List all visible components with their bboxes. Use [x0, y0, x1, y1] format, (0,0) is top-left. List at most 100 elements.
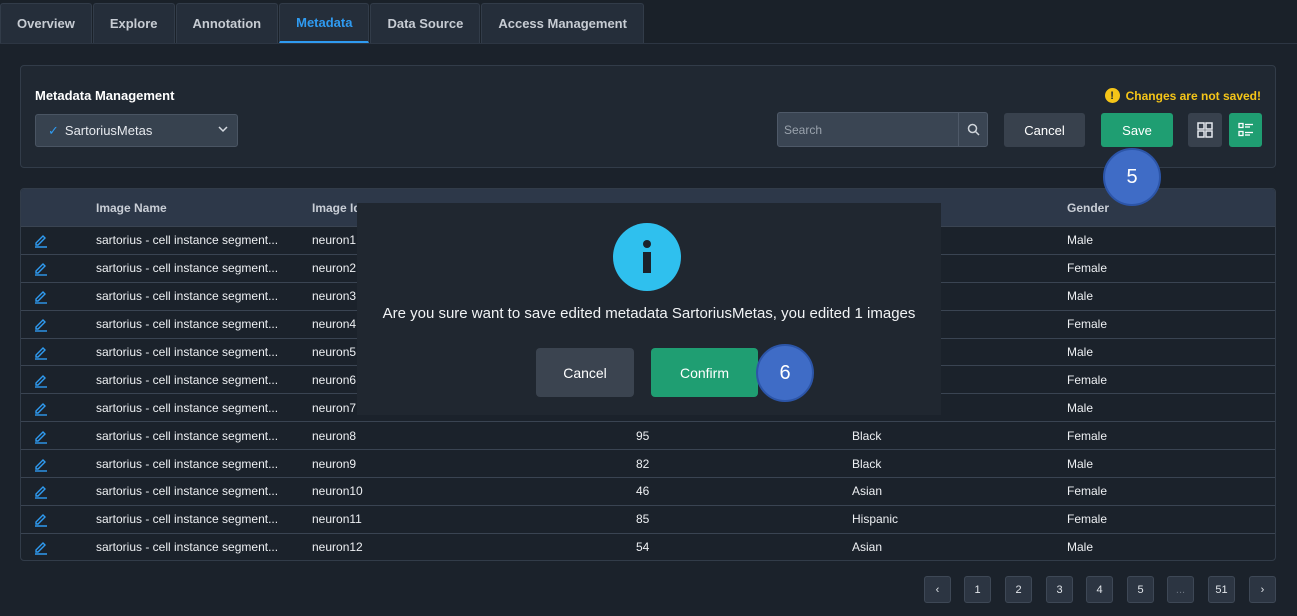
table-row: sartorius - cell instance segment... neur…	[21, 504, 1275, 533]
cell-image-name: sartorius - cell instance segment...	[96, 261, 279, 276]
row-edit-button[interactable]	[21, 400, 86, 416]
chevron-down-icon	[218, 126, 228, 133]
search-icon	[967, 123, 980, 136]
pagination-page-3[interactable]: 3	[1046, 576, 1073, 603]
row-edit-button[interactable]	[21, 372, 86, 388]
cell-gender: Female	[1067, 261, 1108, 276]
search-button[interactable]	[958, 113, 987, 146]
list-view-button[interactable]	[1229, 113, 1262, 147]
pagination-next-button[interactable]: ›	[1249, 576, 1276, 603]
cell-image-name: sartorius - cell instance segment...	[96, 372, 279, 387]
row-edit-button[interactable]	[21, 428, 86, 444]
step-badge-6: 6	[756, 344, 814, 402]
search-input[interactable]	[778, 113, 959, 146]
cell-ethnicity: Black	[852, 456, 882, 471]
cell-gender: Male	[1067, 289, 1094, 304]
cell-image-name: sartorius - cell instance segment...	[96, 512, 279, 527]
cell-image-name: sartorius - cell instance segment...	[96, 317, 279, 332]
cell-image-id: neuron10	[312, 484, 363, 499]
cell-ethnicity: Hispanic	[852, 512, 899, 527]
row-edit-button[interactable]	[21, 288, 86, 304]
dataset-select-value: SartoriusMetas	[64, 123, 153, 138]
cell-image-name: sartorius - cell instance segment...	[96, 400, 279, 415]
edit-icon	[35, 402, 47, 416]
unsaved-changes-warning: ! Changes are not saved!	[1104, 88, 1261, 103]
tab-overview[interactable]: Overview	[0, 3, 92, 43]
dialog-confirm-button[interactable]: Confirm	[651, 348, 758, 397]
pagination-page-2[interactable]: 2	[1005, 576, 1032, 603]
edit-icon	[35, 486, 47, 500]
cell-age: 82	[636, 456, 650, 471]
tab-bar: Overview Explore Annotation Metadata Dat…	[0, 3, 645, 44]
cell-image-name: sartorius - cell instance segment...	[96, 345, 279, 359]
step-badge-5: 5	[1103, 148, 1161, 206]
edit-icon	[35, 458, 47, 472]
cell-image-id: neuron12	[312, 540, 363, 555]
edit-icon	[35, 514, 47, 528]
row-edit-button[interactable]	[21, 511, 86, 528]
table-row: sartorius - cell instance segment... neur…	[21, 477, 1275, 505]
table-row: sartorius - cell instance segment... neur…	[21, 421, 1275, 449]
confirm-save-dialog: Are you sure want to save edited metadat…	[357, 203, 941, 415]
grid-view-icon	[1197, 122, 1213, 138]
cell-age: 85	[636, 512, 650, 527]
cell-image-name: sartorius - cell instance segment...	[96, 484, 279, 499]
cell-image-name: sartorius - cell instance segment...	[96, 456, 279, 471]
row-edit-button[interactable]	[21, 539, 86, 555]
dialog-message: Are you sure want to save edited metadat…	[382, 305, 916, 322]
table-row: sartorius - cell instance segment... neur…	[21, 449, 1275, 477]
tab-explore[interactable]: Explore	[92, 3, 175, 43]
cell-image-name: sartorius - cell instance segment...	[96, 428, 279, 443]
row-edit-button[interactable]	[21, 483, 86, 500]
pagination-page-5[interactable]: 5	[1127, 576, 1154, 603]
column-header-image-name[interactable]: Image Name	[86, 201, 302, 215]
edit-icon	[35, 542, 47, 555]
row-edit-button[interactable]	[21, 456, 86, 472]
tab-annotation[interactable]: Annotation	[175, 3, 279, 43]
cancel-button[interactable]: Cancel	[1004, 113, 1085, 147]
cell-image-id: neuron9	[312, 456, 357, 471]
tab-access-management[interactable]: Access Management	[481, 3, 644, 43]
search-box	[777, 112, 988, 147]
row-edit-button[interactable]	[21, 232, 86, 249]
cell-ethnicity: Asian	[852, 540, 883, 555]
cell-gender: Female	[1067, 484, 1108, 499]
edit-icon	[35, 319, 47, 332]
unsaved-warning-text: Changes are not saved!	[1125, 88, 1261, 103]
dataset-select[interactable]: ✓ SartoriusMetas	[35, 114, 238, 147]
tab-metadata[interactable]: Metadata	[279, 3, 370, 43]
edit-icon	[35, 235, 47, 249]
pagination-page-4[interactable]: 4	[1086, 576, 1113, 603]
cell-image-name: sartorius - cell instance segment...	[96, 233, 279, 248]
cell-image-id: neuron8	[312, 428, 357, 443]
cell-image-name: sartorius - cell instance segment...	[96, 289, 279, 304]
grid-view-button[interactable]	[1188, 113, 1222, 147]
pagination-ellipsis: ...	[1167, 576, 1194, 603]
column-header-gender[interactable]: Gender	[1059, 201, 1275, 215]
row-edit-button[interactable]	[21, 344, 86, 360]
pagination-page-51[interactable]: 51	[1208, 576, 1235, 603]
cell-image-id: neuron11	[312, 512, 362, 527]
row-edit-button[interactable]	[21, 260, 86, 277]
metadata-management-panel: Metadata Management ✓ SartoriusMetas ! C…	[20, 65, 1276, 168]
info-icon	[613, 223, 681, 291]
edit-icon	[35, 291, 47, 304]
cell-age: 46	[636, 484, 650, 499]
edit-icon	[35, 347, 47, 360]
pagination-page-1[interactable]: 1	[964, 576, 991, 603]
dialog-cancel-button[interactable]: Cancel	[536, 348, 634, 397]
cell-gender: Male	[1067, 345, 1094, 359]
table-row: sartorius - cell instance segment... neur…	[21, 532, 1275, 560]
list-view-icon	[1237, 122, 1253, 137]
cell-gender: Female	[1067, 317, 1108, 332]
cell-age: 54	[636, 540, 650, 555]
save-button[interactable]: Save	[1101, 113, 1173, 147]
edit-icon	[35, 430, 47, 444]
warning-icon: !	[1104, 88, 1120, 103]
tab-data-source[interactable]: Data Source	[370, 3, 481, 43]
cell-gender: Male	[1067, 400, 1094, 415]
cell-gender: Female	[1067, 372, 1108, 387]
row-edit-button[interactable]	[21, 316, 86, 332]
cell-gender: Male	[1067, 233, 1094, 248]
pagination-prev-button[interactable]: ‹	[924, 576, 951, 603]
